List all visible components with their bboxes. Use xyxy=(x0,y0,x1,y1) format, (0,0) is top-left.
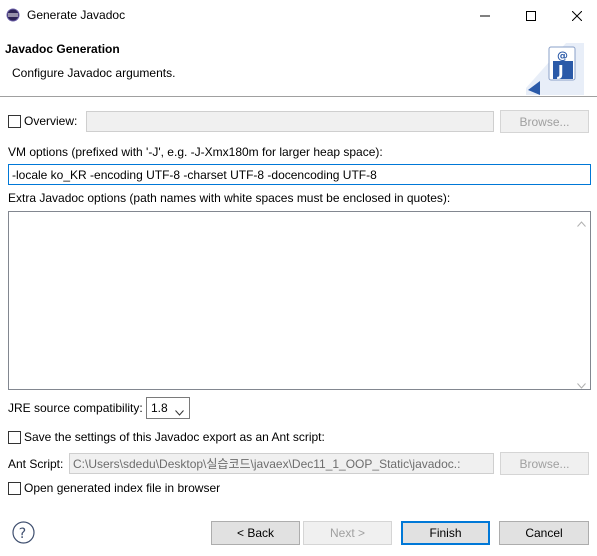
ant-script-label: Ant Script: xyxy=(8,457,64,471)
overview-browse-button[interactable]: Browse... xyxy=(500,110,589,133)
jre-label: JRE source compatibility: xyxy=(8,401,143,415)
maximize-button[interactable] xyxy=(508,0,554,31)
window-title: Generate Javadoc xyxy=(27,8,126,22)
close-button[interactable] xyxy=(554,0,597,31)
ant-browse-button[interactable]: Browse... xyxy=(500,452,589,475)
jre-selected-value: 1.8 xyxy=(151,401,168,415)
vm-options-label: VM options (prefixed with '-J', e.g. -J-… xyxy=(8,145,383,159)
finish-button[interactable]: Finish xyxy=(401,521,490,545)
svg-text:J: J xyxy=(557,62,564,80)
help-icon[interactable]: ? xyxy=(12,521,35,544)
ant-script-field[interactable]: C:\Users\sdedu\Desktop\실습코드\javaex\Dec11… xyxy=(69,453,494,474)
save-ant-checkbox[interactable] xyxy=(8,431,21,444)
svg-text:?: ? xyxy=(19,526,26,542)
next-button[interactable]: Next > xyxy=(303,521,392,545)
save-ant-label: Save the settings of this Javadoc export… xyxy=(24,430,325,444)
jre-compatibility-select[interactable]: 1.8 xyxy=(146,397,190,419)
extra-options-textarea[interactable] xyxy=(8,211,591,390)
banner-description: Configure Javadoc arguments. xyxy=(12,66,176,80)
eclipse-icon xyxy=(6,8,20,22)
scroll-up-icon[interactable] xyxy=(577,216,586,230)
overview-label: Overview: xyxy=(24,114,78,128)
scroll-down-icon[interactable] xyxy=(577,378,586,392)
extra-options-label: Extra Javadoc options (path names with w… xyxy=(8,191,451,205)
open-index-label: Open generated index file in browser xyxy=(24,481,221,495)
back-button[interactable]: < Back xyxy=(211,521,300,545)
chevron-down-icon xyxy=(175,405,184,419)
overview-checkbox[interactable] xyxy=(8,115,21,128)
javadoc-wizard-icon: @ J xyxy=(526,43,584,95)
banner-title: Javadoc Generation xyxy=(5,42,120,56)
vm-options-input[interactable]: -locale ko_KR -encoding UTF-8 -charset U… xyxy=(8,164,591,185)
title-bar[interactable]: Generate Javadoc xyxy=(0,0,597,31)
open-index-checkbox[interactable] xyxy=(8,482,21,495)
overview-field[interactable] xyxy=(86,111,494,132)
minimize-button[interactable] xyxy=(462,0,508,31)
wizard-banner: Javadoc Generation Configure Javadoc arg… xyxy=(0,31,597,97)
vertical-scrollbar[interactable] xyxy=(573,212,590,389)
svg-text:@: @ xyxy=(557,49,568,62)
cancel-button[interactable]: Cancel xyxy=(499,521,589,545)
